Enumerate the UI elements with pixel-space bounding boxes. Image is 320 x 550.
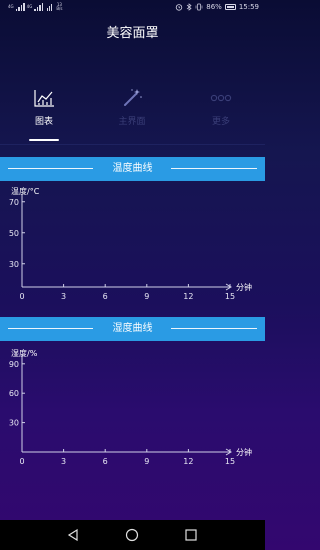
status-left: 4G 4G 13 B/s xyxy=(8,3,63,11)
system-nav-bar xyxy=(0,520,265,550)
status-bar: 4G 4G 13 B/s 86% 15:59 xyxy=(0,0,265,18)
humidity-banner: 湿度曲线 xyxy=(0,317,265,341)
bluetooth-icon xyxy=(187,3,192,11)
x-tick-label: 6 xyxy=(103,457,108,466)
alarm-icon xyxy=(176,4,183,11)
tab-main[interactable]: 主界面 xyxy=(97,88,167,138)
x-axis-label: 分钟 xyxy=(236,447,252,457)
net-speed: 13 B/s xyxy=(56,3,62,11)
tab-more-label: 更多 xyxy=(211,117,230,127)
magic-wand-icon xyxy=(124,89,142,106)
tab-bar: 图表 主界面 更多 xyxy=(0,88,265,144)
x-tick-label: 0 xyxy=(19,292,24,301)
temperature-chart-svg: 温度/°C 分钟 30 50 70 0 3 6 9 12 15 xyxy=(9,186,252,301)
humidity-chart-svg: 湿度/% 分钟 30 60 90 0 3 6 9 12 15 xyxy=(9,348,252,466)
y-axis-label: 温度/°C xyxy=(11,186,40,196)
net-speed-unit: B/s xyxy=(56,6,63,11)
y-tick-label: 30 xyxy=(9,419,19,428)
temperature-banner-title: 温度曲线 xyxy=(112,163,153,174)
clock: 15:59 xyxy=(238,3,259,11)
tab-main-label: 主界面 xyxy=(118,117,146,127)
tab-chart-label: 图表 xyxy=(34,117,53,127)
back-icon[interactable] xyxy=(66,528,80,542)
x-tick-label: 3 xyxy=(61,457,66,466)
x-tick-label: 9 xyxy=(144,457,149,466)
recents-icon[interactable] xyxy=(184,528,198,542)
x-axis-label: 分钟 xyxy=(236,282,252,292)
home-icon[interactable] xyxy=(125,528,139,542)
humidity-chart: 湿度/% 分钟 30 60 90 0 3 6 9 12 15 xyxy=(0,342,265,472)
status-right: 86% 15:59 xyxy=(175,3,259,11)
y-axis-label: 湿度/% xyxy=(11,348,38,358)
signal-icon-1 xyxy=(15,3,25,11)
signal-icon-2 xyxy=(34,3,44,11)
x-tick-label: 12 xyxy=(183,457,193,466)
active-tab-indicator xyxy=(29,139,59,141)
vibrate-icon xyxy=(195,3,203,11)
x-tick-label: 6 xyxy=(103,292,108,301)
more-dots-icon xyxy=(210,94,232,102)
x-tick-label: 12 xyxy=(183,292,193,301)
carrier-tag-1: 4G xyxy=(8,4,14,9)
y-tick-label: 60 xyxy=(9,389,19,398)
x-tick-label: 9 xyxy=(144,292,149,301)
tab-chart[interactable]: 图表 xyxy=(9,88,79,138)
page-title: 美容面罩 xyxy=(106,26,159,41)
y-tick-label: 50 xyxy=(9,229,19,238)
temperature-banner: 温度曲线 xyxy=(0,157,265,181)
chart-icon xyxy=(34,90,54,107)
y-tick-label: 90 xyxy=(9,360,19,369)
tab-more[interactable]: 更多 xyxy=(186,88,256,138)
x-tick-label: 0 xyxy=(19,457,24,466)
x-tick-label: 15 xyxy=(225,457,235,466)
wifi-icon xyxy=(47,3,53,11)
x-tick-label: 15 xyxy=(225,292,235,301)
battery-icon xyxy=(224,4,236,10)
tab-divider xyxy=(0,144,265,145)
temperature-chart: 温度/°C 分钟 30 50 70 0 3 6 9 12 15 xyxy=(0,182,265,306)
y-tick-label: 70 xyxy=(9,198,19,207)
x-tick-label: 3 xyxy=(61,292,66,301)
y-tick-label: 30 xyxy=(9,260,19,269)
battery-percent: 86% xyxy=(206,3,222,11)
carrier-tag-2: 4G xyxy=(26,4,33,9)
humidity-banner-title: 湿度曲线 xyxy=(112,323,153,334)
